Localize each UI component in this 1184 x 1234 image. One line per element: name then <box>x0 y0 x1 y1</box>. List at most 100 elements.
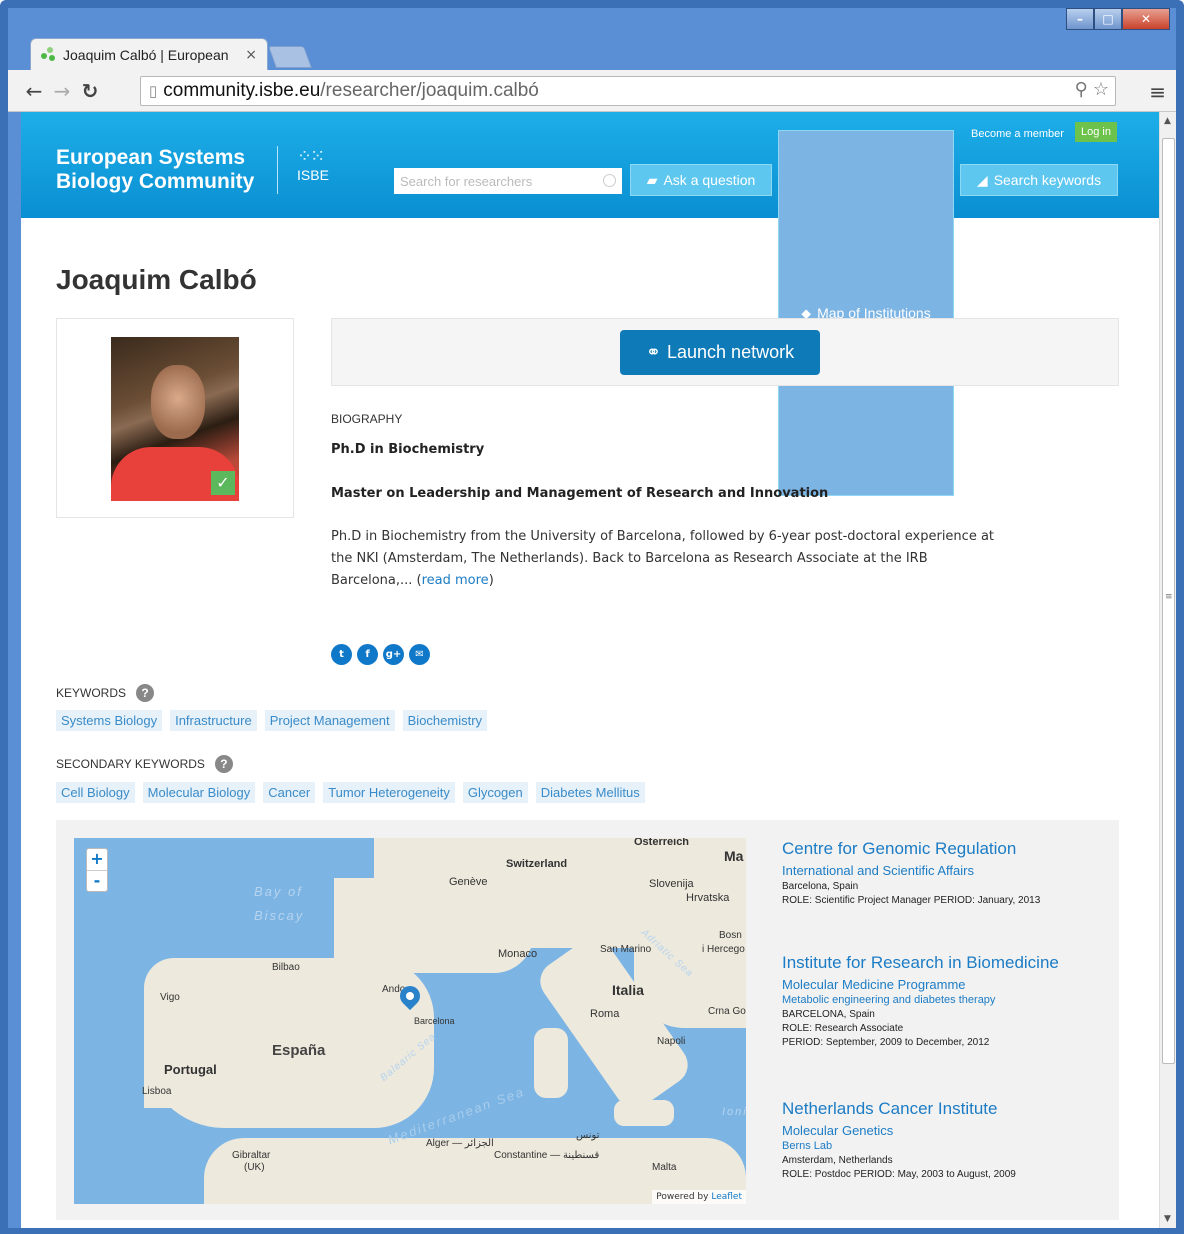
institution-dept[interactable]: Molecular Medicine Programme <box>782 977 1102 992</box>
isbe-logo[interactable]: ⁘⁙ ISBE <box>297 146 329 183</box>
window-controls: – □ ✕ <box>1066 8 1170 30</box>
menu-icon[interactable]: ≡ <box>1149 80 1166 104</box>
forward-icon[interactable]: → <box>48 79 76 103</box>
institution-group[interactable]: Metabolic engineering and diabetes thera… <box>782 994 1102 1006</box>
login-button[interactable]: Log in <box>1075 122 1117 142</box>
map-label: i Hercego <box>702 944 745 955</box>
map-label: Alger — الجزائر <box>426 1138 494 1149</box>
back-icon[interactable]: ← <box>20 79 48 103</box>
help-icon[interactable]: ? <box>214 755 233 773</box>
maximize-button[interactable]: □ <box>1094 8 1122 30</box>
institutions-map[interactable]: + - Österreich Switzerland Ma Genève Slo… <box>74 838 746 1204</box>
browser-window: Joaquim Calbó | European × – □ ✕ ← → ↻ ▯… <box>0 0 1184 1234</box>
map-label: Italia <box>612 982 644 998</box>
institution-dept[interactable]: Molecular Genetics <box>782 1123 1102 1138</box>
secondary-keywords-heading-label: SECONDARY KEYWORDS <box>56 757 205 771</box>
twitter-icon[interactable]: t <box>331 644 352 665</box>
secondary-keyword-chip[interactable]: Molecular Biology <box>142 782 256 803</box>
keyword-chip[interactable]: Infrastructure <box>170 710 257 731</box>
keywords-heading: KEYWORDS? <box>56 684 155 702</box>
search-icon[interactable] <box>603 174 616 187</box>
launch-network-panel: ⚭ Launch network <box>331 318 1119 386</box>
map-label: Constantine — قسنطينة <box>494 1150 600 1161</box>
chat-icon: ▰ <box>646 171 658 188</box>
googleplus-icon[interactable]: g+ <box>383 644 404 665</box>
map-label: San Marino <box>600 944 652 955</box>
secondary-keywords-list: Cell Biology Molecular Biology Cancer Tu… <box>56 782 645 803</box>
title-bar: Joaquim Calbó | European × – □ ✕ <box>8 8 1176 70</box>
bio-close-paren: ) <box>488 573 494 588</box>
secondary-keyword-chip[interactable]: Glycogen <box>462 782 528 803</box>
map-label: Vigo <box>160 992 180 1003</box>
new-tab-button[interactable] <box>267 46 313 68</box>
close-window-button[interactable]: ✕ <box>1122 8 1170 30</box>
institution-group[interactable]: Berns Lab <box>782 1140 1102 1152</box>
tab-close-icon[interactable]: × <box>245 47 257 63</box>
address-bar[interactable]: ▯ community.isbe.eu/researcher/joaquim.c… <box>140 76 1116 106</box>
map-label: تونس <box>576 1130 600 1141</box>
map-label: Bay of <box>254 884 303 899</box>
profile-photo-box: ✓ <box>56 318 294 518</box>
site-header: European Systems Biology Community ⁘⁙ IS… <box>21 112 1159 496</box>
launch-network-button[interactable]: ⚭ Launch network <box>620 330 820 375</box>
biography-text: Ph.D in Biochemistry from the University… <box>331 526 1011 592</box>
institution-role-period: ROLE: Scientific Project Manager PERIOD:… <box>782 895 1041 906</box>
page-scrollbar[interactable]: ▲ ≡ ▼ <box>1159 112 1176 1228</box>
favicon-icon <box>41 46 57 63</box>
institution-location: Barcelona, Spain <box>782 881 859 892</box>
institution-item: Netherlands Cancer Institute Molecular G… <box>782 1098 1102 1180</box>
keywords-label: Search keywords <box>993 172 1102 188</box>
leaflet-link[interactable]: Leaflet <box>711 1192 742 1202</box>
institution-name-link[interactable]: Centre for Genomic Regulation <box>782 838 1102 859</box>
read-more-link[interactable]: read more <box>422 573 489 588</box>
become-member-link[interactable]: Become a member <box>971 128 1064 140</box>
map-marker-icon[interactable] <box>395 981 425 1014</box>
minimize-button[interactable]: – <box>1066 8 1094 30</box>
search-keywords-button[interactable]: ◢ Search keywords <box>960 164 1118 196</box>
scroll-up-icon[interactable]: ▲ <box>1164 116 1171 126</box>
institution-dept[interactable]: International and Scientific Affairs <box>782 863 1102 878</box>
keyword-chip[interactable]: Project Management <box>264 710 395 731</box>
institution-name-link[interactable]: Institute for Research in Biomedicine <box>782 952 1102 973</box>
institution-name-link[interactable]: Netherlands Cancer Institute <box>782 1098 1102 1119</box>
scroll-down-icon[interactable]: ▼ <box>1164 1214 1171 1224</box>
reload-icon[interactable]: ↻ <box>76 79 104 103</box>
isbe-dots-icon: ⁘⁙ <box>297 146 325 166</box>
zoom-in-button[interactable]: + <box>87 849 107 870</box>
omnibox-icons: ⚲ ☆ <box>1075 79 1109 100</box>
map-attribution: Powered by Leaflet <box>652 1190 746 1204</box>
keyword-chip[interactable]: Biochemistry <box>402 710 488 731</box>
email-icon[interactable]: ✉ <box>409 644 430 665</box>
map-label: Ioni <box>722 1106 746 1118</box>
institution-item: Institute for Research in Biomedicine Mo… <box>782 952 1102 1048</box>
map-label: Hrvatska <box>686 892 730 904</box>
secondary-keyword-chip[interactable]: Cancer <box>263 782 316 803</box>
tab-title: Joaquim Calbó | European <box>63 46 229 63</box>
map-label: Gibraltar <box>232 1150 271 1161</box>
help-icon[interactable]: ? <box>136 684 155 702</box>
network-icon: ⚭ <box>645 342 661 362</box>
map-institutions-button[interactable]: ⬥ Map of Institutions <box>778 130 954 496</box>
map-label: Slovenija <box>649 878 694 890</box>
institution-item: Centre for Genomic Regulation Internatio… <box>782 838 1102 906</box>
zoom-out-button[interactable]: - <box>87 870 107 891</box>
site-brand[interactable]: European Systems Biology Community <box>56 146 254 194</box>
keyword-chip[interactable]: Systems Biology <box>56 710 163 731</box>
map-label: Genève <box>449 876 488 888</box>
institution-role-period: ROLE: Postdoc PERIOD: May, 2003 to Augus… <box>782 1169 1016 1180</box>
researcher-search-input[interactable]: Search for researchers <box>394 168 622 194</box>
window-frame: Joaquim Calbó | European × – □ ✕ ← → ↻ ▯… <box>8 8 1176 1228</box>
ask-question-button[interactable]: ▰ Ask a question <box>630 164 772 196</box>
researcher-name: Joaquim Calbó <box>56 264 257 295</box>
brand-divider <box>277 146 278 194</box>
browser-tab[interactable]: Joaquim Calbó | European × <box>30 38 268 70</box>
star-icon[interactable]: ☆ <box>1093 79 1109 99</box>
secondary-keyword-chip[interactable]: Cell Biology <box>56 782 135 803</box>
search-icon[interactable]: ⚲ <box>1075 79 1088 99</box>
map-label: Monaco <box>498 948 538 960</box>
launch-network-label: Launch network <box>667 342 795 362</box>
secondary-keyword-chip[interactable]: Tumor Heterogeneity <box>323 782 455 803</box>
institution-location: Amsterdam, Netherlands <box>782 1155 893 1166</box>
facebook-icon[interactable]: f <box>357 644 378 665</box>
secondary-keyword-chip[interactable]: Diabetes Mellitus <box>535 782 645 803</box>
